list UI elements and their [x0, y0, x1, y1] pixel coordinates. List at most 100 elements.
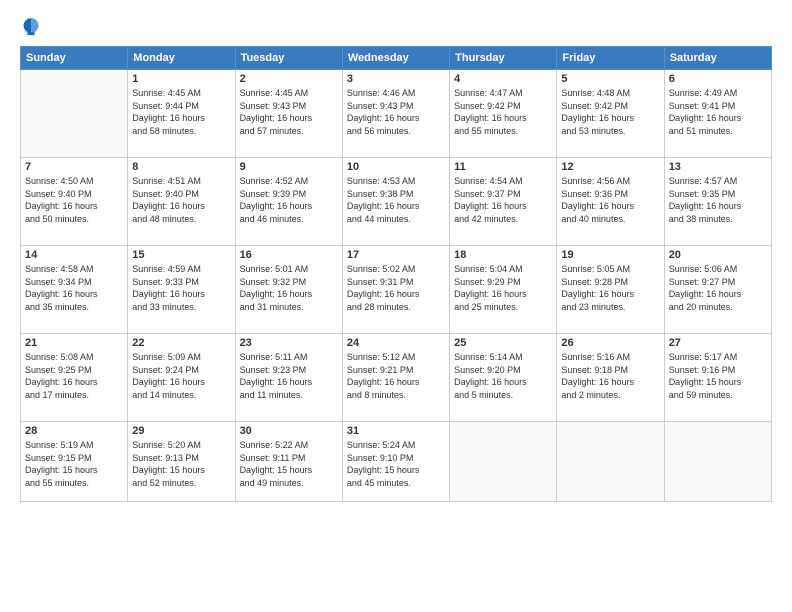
- header: [20, 16, 772, 38]
- day-info: Sunrise: 5:04 AMSunset: 9:29 PMDaylight:…: [454, 263, 552, 313]
- day-info: Sunrise: 5:06 AMSunset: 9:27 PMDaylight:…: [669, 263, 767, 313]
- calendar-cell: 15 Sunrise: 4:59 AMSunset: 9:33 PMDayligh…: [128, 246, 235, 334]
- day-info: Sunrise: 4:46 AMSunset: 9:43 PMDaylight:…: [347, 87, 445, 137]
- day-number: 14: [25, 249, 123, 261]
- day-info: Sunrise: 5:20 AMSunset: 9:13 PMDaylight:…: [132, 439, 230, 489]
- day-info: Sunrise: 4:47 AMSunset: 9:42 PMDaylight:…: [454, 87, 552, 137]
- calendar-cell: [664, 422, 771, 502]
- day-info: Sunrise: 5:17 AMSunset: 9:16 PMDaylight:…: [669, 351, 767, 401]
- day-info: Sunrise: 4:56 AMSunset: 9:36 PMDaylight:…: [561, 175, 659, 225]
- calendar-cell: 6 Sunrise: 4:49 AMSunset: 9:41 PMDaylight…: [664, 70, 771, 158]
- day-number: 31: [347, 425, 445, 437]
- day-info: Sunrise: 5:11 AMSunset: 9:23 PMDaylight:…: [240, 351, 338, 401]
- calendar-cell: 22 Sunrise: 5:09 AMSunset: 9:24 PMDayligh…: [128, 334, 235, 422]
- day-info: Sunrise: 4:50 AMSunset: 9:40 PMDaylight:…: [25, 175, 123, 225]
- calendar-cell: 8Sunrise: 4:51 AMSunset: 9:40 PMDaylight…: [128, 158, 235, 246]
- calendar-cell: 14 Sunrise: 4:58 AMSunset: 9:34 PMDayligh…: [21, 246, 128, 334]
- day-info: Sunrise: 4:52 AMSunset: 9:39 PMDaylight:…: [240, 175, 338, 225]
- day-number: 5: [561, 73, 659, 85]
- day-info: Sunrise: 5:24 AMSunset: 9:10 PMDaylight:…: [347, 439, 445, 489]
- day-info: Sunrise: 4:45 AMSunset: 9:44 PMDaylight:…: [132, 87, 230, 137]
- day-info: Sunrise: 4:45 AMSunset: 9:43 PMDaylight:…: [240, 87, 338, 137]
- calendar-week-3: 14 Sunrise: 4:58 AMSunset: 9:34 PMDayligh…: [21, 246, 772, 334]
- day-info: Sunrise: 4:54 AMSunset: 9:37 PMDaylight:…: [454, 175, 552, 225]
- calendar-cell: 23 Sunrise: 5:11 AMSunset: 9:23 PMDayligh…: [235, 334, 342, 422]
- calendar-cell: 24 Sunrise: 5:12 AMSunset: 9:21 PMDayligh…: [342, 334, 449, 422]
- calendar-cell: 26 Sunrise: 5:16 AMSunset: 9:18 PMDayligh…: [557, 334, 664, 422]
- calendar-week-4: 21 Sunrise: 5:08 AMSunset: 9:25 PMDayligh…: [21, 334, 772, 422]
- day-number: 21: [25, 337, 123, 349]
- day-number: 24: [347, 337, 445, 349]
- day-number: 19: [561, 249, 659, 261]
- weekday-header-sunday: Sunday: [21, 47, 128, 70]
- calendar-cell: 31 Sunrise: 5:24 AMSunset: 9:10 PMDayligh…: [342, 422, 449, 502]
- weekday-header-saturday: Saturday: [664, 47, 771, 70]
- day-number: 28: [25, 425, 123, 437]
- calendar-cell: [450, 422, 557, 502]
- day-number: 30: [240, 425, 338, 437]
- calendar-cell: 13Sunrise: 4:57 AMSunset: 9:35 PMDayligh…: [664, 158, 771, 246]
- day-number: 1: [132, 73, 230, 85]
- day-number: 11: [454, 161, 552, 173]
- calendar-cell: 7 Sunrise: 4:50 AMSunset: 9:40 PMDaylight…: [21, 158, 128, 246]
- day-number: 25: [454, 337, 552, 349]
- calendar-cell: 9 Sunrise: 4:52 AMSunset: 9:39 PMDaylight…: [235, 158, 342, 246]
- day-number: 16: [240, 249, 338, 261]
- day-info: Sunrise: 5:19 AMSunset: 9:15 PMDaylight:…: [25, 439, 123, 489]
- day-number: 20: [669, 249, 767, 261]
- day-info: Sunrise: 4:48 AMSunset: 9:42 PMDaylight:…: [561, 87, 659, 137]
- calendar-cell: 27 Sunrise: 5:17 AMSunset: 9:16 PMDayligh…: [664, 334, 771, 422]
- calendar-week-5: 28 Sunrise: 5:19 AMSunset: 9:15 PMDayligh…: [21, 422, 772, 502]
- day-number: 4: [454, 73, 552, 85]
- calendar-cell: 18 Sunrise: 5:04 AMSunset: 9:29 PMDayligh…: [450, 246, 557, 334]
- day-info: Sunrise: 5:05 AMSunset: 9:28 PMDaylight:…: [561, 263, 659, 313]
- calendar-cell: 5 Sunrise: 4:48 AMSunset: 9:42 PMDaylight…: [557, 70, 664, 158]
- day-info: Sunrise: 5:12 AMSunset: 9:21 PMDaylight:…: [347, 351, 445, 401]
- logo: [20, 16, 46, 38]
- calendar-cell: 4 Sunrise: 4:47 AMSunset: 9:42 PMDaylight…: [450, 70, 557, 158]
- calendar-week-2: 7 Sunrise: 4:50 AMSunset: 9:40 PMDaylight…: [21, 158, 772, 246]
- day-info: Sunrise: 4:53 AMSunset: 9:38 PMDaylight:…: [347, 175, 445, 225]
- day-number: 27: [669, 337, 767, 349]
- day-number: 26: [561, 337, 659, 349]
- calendar-cell: 2 Sunrise: 4:45 AMSunset: 9:43 PMDaylight…: [235, 70, 342, 158]
- weekday-header-friday: Friday: [557, 47, 664, 70]
- day-number: 17: [347, 249, 445, 261]
- day-info: Sunrise: 5:08 AMSunset: 9:25 PMDaylight:…: [25, 351, 123, 401]
- calendar-cell: 28 Sunrise: 5:19 AMSunset: 9:15 PMDayligh…: [21, 422, 128, 502]
- weekday-header-tuesday: Tuesday: [235, 47, 342, 70]
- day-number: 29: [132, 425, 230, 437]
- weekday-header-thursday: Thursday: [450, 47, 557, 70]
- day-info: Sunrise: 4:58 AMSunset: 9:34 PMDaylight:…: [25, 263, 123, 313]
- calendar-cell: 29 Sunrise: 5:20 AMSunset: 9:13 PMDayligh…: [128, 422, 235, 502]
- weekday-header-row: SundayMondayTuesdayWednesdayThursdayFrid…: [21, 47, 772, 70]
- calendar-cell: 1 Sunrise: 4:45 AMSunset: 9:44 PMDaylight…: [128, 70, 235, 158]
- day-number: 13: [669, 161, 767, 173]
- weekday-header-monday: Monday: [128, 47, 235, 70]
- weekday-header-wednesday: Wednesday: [342, 47, 449, 70]
- calendar-table: SundayMondayTuesdayWednesdayThursdayFrid…: [20, 46, 772, 502]
- day-info: Sunrise: 5:09 AMSunset: 9:24 PMDaylight:…: [132, 351, 230, 401]
- day-number: 6: [669, 73, 767, 85]
- day-number: 7: [25, 161, 123, 173]
- day-info: Sunrise: 4:49 AMSunset: 9:41 PMDaylight:…: [669, 87, 767, 137]
- day-number: 9: [240, 161, 338, 173]
- logo-icon: [20, 16, 42, 38]
- calendar-cell: 17 Sunrise: 5:02 AMSunset: 9:31 PMDayligh…: [342, 246, 449, 334]
- calendar-cell: 10Sunrise: 4:53 AMSunset: 9:38 PMDayligh…: [342, 158, 449, 246]
- calendar-cell: [557, 422, 664, 502]
- calendar-week-1: 1 Sunrise: 4:45 AMSunset: 9:44 PMDaylight…: [21, 70, 772, 158]
- day-info: Sunrise: 4:59 AMSunset: 9:33 PMDaylight:…: [132, 263, 230, 313]
- day-info: Sunrise: 5:01 AMSunset: 9:32 PMDaylight:…: [240, 263, 338, 313]
- day-info: Sunrise: 5:14 AMSunset: 9:20 PMDaylight:…: [454, 351, 552, 401]
- day-number: 15: [132, 249, 230, 261]
- calendar-cell: 16 Sunrise: 5:01 AMSunset: 9:32 PMDayligh…: [235, 246, 342, 334]
- day-number: 23: [240, 337, 338, 349]
- day-info: Sunrise: 5:16 AMSunset: 9:18 PMDaylight:…: [561, 351, 659, 401]
- day-info: Sunrise: 5:02 AMSunset: 9:31 PMDaylight:…: [347, 263, 445, 313]
- day-number: 18: [454, 249, 552, 261]
- day-info: Sunrise: 4:51 AMSunset: 9:40 PMDaylight:…: [132, 175, 230, 225]
- day-number: 2: [240, 73, 338, 85]
- day-number: 22: [132, 337, 230, 349]
- calendar-cell: 3Sunrise: 4:46 AMSunset: 9:43 PMDaylight…: [342, 70, 449, 158]
